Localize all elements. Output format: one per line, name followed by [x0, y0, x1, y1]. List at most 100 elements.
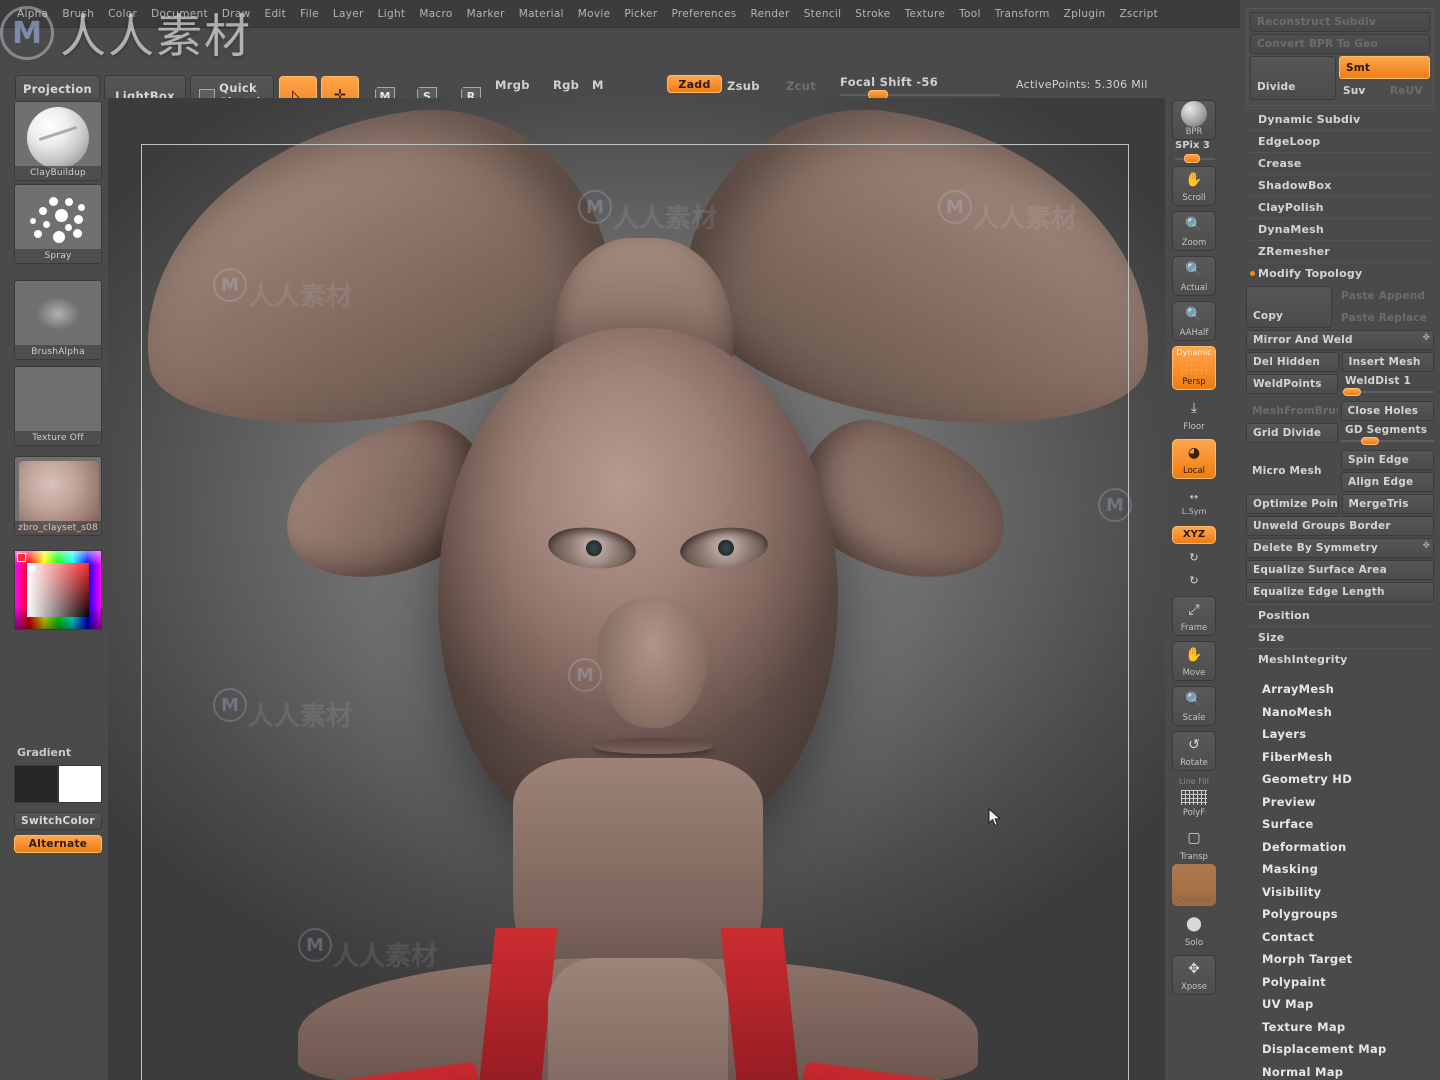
palette-section-texture-map[interactable]: Texture Map [1246, 1016, 1434, 1039]
crease-section[interactable]: Crease [1246, 152, 1434, 174]
weld-dist-slider[interactable] [1341, 388, 1434, 396]
palette-section-geometry-hd[interactable]: Geometry HD [1246, 768, 1434, 791]
mrgb-button[interactable]: Mrgb [495, 78, 530, 92]
zremesher-section[interactable]: ZRemesher [1246, 240, 1434, 262]
hue-marker[interactable] [17, 553, 26, 562]
equalize-edge-length-button[interactable]: Equalize Edge Length [1246, 582, 1434, 602]
palette-section-fibermesh[interactable]: FiberMesh [1246, 746, 1434, 769]
m-button[interactable]: M [592, 78, 604, 92]
paste-replace-button[interactable]: Paste Replace [1335, 308, 1434, 328]
edgeloop-section[interactable]: EdgeLoop [1246, 130, 1434, 152]
mesh-integrity-section[interactable]: MeshIntegrity [1246, 648, 1434, 670]
sculpt-canvas[interactable]: M 人人素材 M 人人素材 M 人人素材 M M 人人素材 M M 人人素材 [108, 98, 1165, 1080]
palette-section-preview[interactable]: Preview [1246, 791, 1434, 814]
palette-section-visibility[interactable]: Visibility [1246, 881, 1434, 904]
lsym-button[interactable]: ↔ L.Sym [1172, 488, 1216, 518]
current-stroke-thumbnail[interactable]: Spray [14, 184, 102, 264]
local-symmetry-button[interactable]: ◕ Local [1172, 439, 1216, 479]
insert-mesh-button[interactable]: Insert Mesh [1341, 352, 1434, 372]
unweld-groups-border-button[interactable]: Unweld Groups Border [1246, 516, 1434, 536]
dynamic-swatch[interactable]: Dynamic [1172, 864, 1216, 906]
close-holes-button[interactable]: Close Holes [1340, 401, 1434, 421]
spin-edge-button[interactable]: Spin Edge [1341, 450, 1434, 470]
gd-segments-slider[interactable] [1341, 437, 1434, 445]
palette-section-polygroups[interactable]: Polygroups [1246, 903, 1434, 926]
merge-tris-button[interactable]: MergeTris [1341, 494, 1434, 514]
saturation-value-square[interactable] [27, 563, 89, 617]
transparency-button[interactable]: ▢ Transp [1172, 824, 1216, 864]
palette-section-nanomesh[interactable]: NanoMesh [1246, 701, 1434, 724]
pin-icon[interactable]: ✥ [1422, 541, 1430, 551]
actual-size-button[interactable]: 🔍 Actual [1172, 256, 1216, 296]
zoom-button[interactable]: 🔍 Zoom [1172, 211, 1216, 251]
gizmo-rotate-button[interactable]: ↺ Rotate [1172, 731, 1216, 771]
scroll-button[interactable]: ✋ Scroll [1172, 166, 1216, 206]
palette-section-masking[interactable]: Masking [1246, 858, 1434, 881]
current-alpha-thumbnail[interactable]: BrushAlpha [14, 280, 102, 360]
rgb-button[interactable]: Rgb [553, 78, 579, 92]
equalize-surface-area-button[interactable]: Equalize Surface Area [1246, 560, 1434, 580]
dynamesh-section[interactable]: DynaMesh [1246, 218, 1434, 240]
slider-knob[interactable] [1184, 154, 1200, 163]
z-axis-button[interactable]: ↻ Z [1172, 570, 1216, 592]
align-edge-button[interactable]: Align Edge [1341, 472, 1434, 492]
shadowbox-section[interactable]: ShadowBox [1246, 174, 1434, 196]
aahalf-button[interactable]: 🔍 AAHalf [1172, 301, 1216, 341]
pin-icon[interactable]: ✥ [1422, 333, 1430, 343]
suv-button[interactable]: Suv [1339, 82, 1383, 100]
modify-topology-section[interactable]: Modify Topology [1246, 262, 1434, 284]
y-axis-button[interactable]: ↻ Y [1172, 547, 1216, 569]
palette-section-uv-map[interactable]: UV Map [1246, 993, 1434, 1016]
paste-append-button[interactable]: Paste Append [1335, 286, 1434, 306]
color-picker[interactable] [14, 550, 102, 630]
canvas-viewport[interactable]: M 人人素材 M 人人素材 M 人人素材 M M 人人素材 M M 人人素材 [108, 98, 1165, 1080]
solo-button[interactable]: ⬤ Solo [1172, 910, 1216, 950]
palette-section-displacement-map[interactable]: Displacement Map [1246, 1038, 1434, 1061]
xpose-button[interactable]: ✥ Xpose [1172, 955, 1216, 995]
palette-section-layers[interactable]: Layers [1246, 723, 1434, 746]
slider-knob[interactable] [1361, 437, 1379, 445]
secondary-color-swatch[interactable] [58, 765, 102, 803]
grid-divide-button[interactable]: Grid Divide [1246, 423, 1338, 443]
floor-button[interactable]: ⤓ Floor [1172, 394, 1216, 434]
gizmo-scale-button[interactable]: 🔍 Scale [1172, 686, 1216, 726]
gizmo-move-button[interactable]: ✋ Move [1172, 641, 1216, 681]
current-material-thumbnail[interactable]: zbro_clayset_s08 [14, 456, 102, 536]
copy-button[interactable]: Copy [1246, 286, 1332, 328]
dynamic-subdiv-section[interactable]: Dynamic Subdiv [1246, 108, 1434, 130]
delete-by-symmetry-button[interactable]: Delete By Symmetry [1246, 538, 1434, 558]
mesh-from-brush-button[interactable]: MeshFromBrush [1246, 401, 1338, 421]
palette-section-morph-target[interactable]: Morph Target [1246, 948, 1434, 971]
size-section[interactable]: Size [1246, 626, 1434, 648]
slider-knob[interactable] [1343, 388, 1361, 396]
optimize-points-button[interactable]: Optimize Points [1246, 494, 1339, 514]
del-hidden-button[interactable]: Del Hidden [1246, 352, 1339, 372]
bpr-render-button[interactable]: BPR [1172, 100, 1216, 140]
zsub-button[interactable]: Zsub [727, 79, 760, 93]
zadd-button[interactable]: Zadd [667, 75, 722, 93]
main-color-swatch[interactable] [14, 765, 58, 803]
palette-section-normal-map[interactable]: Normal Map [1246, 1061, 1434, 1080]
zcut-button[interactable]: Zcut [786, 79, 816, 93]
alternate-button[interactable]: Alternate [14, 835, 102, 853]
reuv-button[interactable]: ReUV [1386, 82, 1430, 100]
xyz-symmetry-button[interactable]: XYZ [1172, 526, 1216, 544]
palette-section-contact[interactable]: Contact [1246, 926, 1434, 949]
perspective-button[interactable]: Dynamic Persp [1172, 346, 1216, 390]
claypolish-section[interactable]: ClayPolish [1246, 196, 1434, 218]
palette-section-polypaint[interactable]: Polypaint [1246, 971, 1434, 994]
current-brush-thumbnail[interactable]: ClayBuildup [14, 101, 102, 181]
weld-points-button[interactable]: WeldPoints [1246, 374, 1338, 394]
micro-mesh-button[interactable]: Micro Mesh [1246, 450, 1338, 492]
palette-section-arraymesh[interactable]: ArrayMesh [1246, 678, 1434, 701]
palette-section-deformation[interactable]: Deformation [1246, 836, 1434, 859]
spix-slider[interactable] [1175, 154, 1215, 163]
frame-button[interactable]: ⤢ Frame [1172, 596, 1216, 636]
sv-marker[interactable] [29, 565, 35, 571]
mirror-and-weld-button[interactable]: Mirror And Weld [1246, 330, 1434, 350]
gradient-label[interactable]: Gradient [17, 746, 71, 759]
position-section[interactable]: Position [1246, 604, 1434, 626]
polyframe-button[interactable]: Line Fill PolyF [1172, 776, 1216, 820]
current-texture-thumbnail[interactable]: Texture Off [14, 366, 102, 446]
switch-color-button[interactable]: SwitchColor [14, 812, 102, 830]
